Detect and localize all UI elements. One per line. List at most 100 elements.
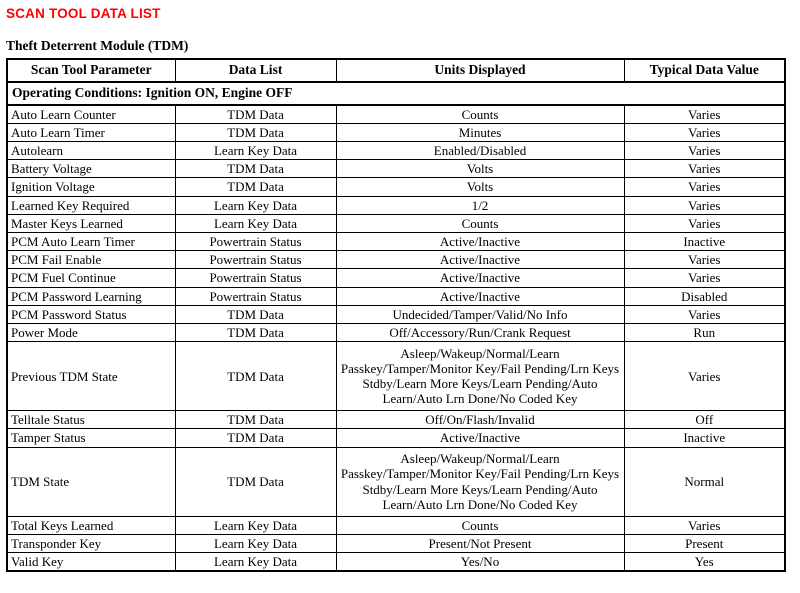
cell-scan-tool-parameter: Total Keys Learned [6, 515, 176, 535]
table-row: Transponder Key Learn Key Data Present/Not… [6, 533, 786, 554]
scan-tool-data-table: Scan Tool Parameter Data List Units Disp… [6, 58, 786, 573]
cell-scan-tool-parameter: Previous TDM State [6, 341, 176, 412]
cell-data-list: TDM Data [174, 304, 337, 325]
cell-data-list: TDM Data [174, 428, 337, 448]
units-line: Stdby/Learn More Keys/Learn Pending/Auto [362, 481, 598, 497]
cell-typical-data-value: Varies [623, 195, 786, 215]
cell-scan-tool-parameter: PCM Password Status [6, 304, 176, 325]
column-header-scan-tool-parameter: Scan Tool Parameter [6, 58, 176, 83]
cell-data-list: TDM Data [174, 177, 337, 197]
cell-units-displayed: Volts [335, 177, 625, 197]
cell-typical-data-value: Varies [623, 213, 786, 233]
cell-typical-data-value: Yes [623, 552, 786, 572]
table-row: Power Mode TDM Data Off/Accessory/Run/Cran… [6, 322, 786, 343]
cell-typical-data-value: Varies [623, 515, 786, 535]
cell-units-displayed: Yes/No [335, 552, 625, 572]
cell-units-displayed: Asleep/Wakeup/Normal/Learn Passkey/Tamper… [335, 446, 625, 517]
cell-data-list: Powertrain Status [174, 250, 337, 270]
cell-typical-data-value: Varies [623, 250, 786, 270]
cell-scan-tool-parameter: Power Mode [6, 322, 176, 343]
cell-scan-tool-parameter: Ignition Voltage [6, 177, 176, 197]
cell-scan-tool-parameter: Telltale Status [6, 410, 176, 430]
cell-data-list: TDM Data [174, 341, 337, 412]
cell-data-list: Learn Key Data [174, 552, 337, 572]
cell-data-list: TDM Data [174, 446, 337, 517]
units-line: Learn/Auto Lrn Done/No Coded Key [382, 391, 578, 407]
cell-data-list: Learn Key Data [174, 515, 337, 535]
cell-data-list: TDM Data [174, 159, 337, 179]
cell-units-displayed: Active/Inactive [335, 268, 625, 288]
cell-data-list: Learn Key Data [174, 213, 337, 233]
table-row: PCM Password Status TDM Data Undecided/Tam… [6, 304, 786, 325]
cell-data-list: TDM Data [174, 322, 337, 343]
cell-typical-data-value: Varies [623, 122, 786, 142]
cell-scan-tool-parameter: Valid Key [6, 552, 176, 572]
table-row: Auto Learn Counter TDM Data Counts Varies [6, 104, 786, 124]
cell-units-displayed: Active/Inactive [335, 231, 625, 252]
table-row: Master Keys Learned Learn Key Data Counts V… [6, 213, 786, 233]
cell-data-list: Powertrain Status [174, 231, 337, 252]
table-row: PCM Fuel Continue Powertrain Status Active… [6, 268, 786, 288]
cell-units-displayed: Active/Inactive [335, 286, 625, 306]
cell-typical-data-value: Varies [623, 159, 786, 179]
cell-typical-data-value: Normal [623, 446, 786, 517]
cell-units-displayed: Counts [335, 104, 625, 124]
section-title: Theft Deterrent Module (TDM) [6, 38, 189, 53]
cell-scan-tool-parameter: Tamper Status [6, 428, 176, 448]
cell-units-displayed: Asleep/Wakeup/Normal/Learn Passkey/Tamper… [335, 341, 625, 412]
cell-scan-tool-parameter: PCM Fuel Continue [6, 268, 176, 288]
cell-typical-data-value: Varies [623, 140, 786, 161]
table-header: Scan Tool Parameter Data List Units Disp… [6, 58, 786, 83]
scan-tool-data-table-container: Scan Tool Parameter Data List Units Disp… [6, 58, 786, 573]
table-row: TDM State TDM Data Asleep/Wakeup/Normal/Le… [6, 446, 786, 517]
units-line: Asleep/Wakeup/Normal/Learn [400, 451, 560, 467]
column-header-units-displayed: Units Displayed [335, 58, 625, 83]
cell-units-displayed: Present/Not Present [335, 533, 625, 554]
cell-data-list: Powertrain Status [174, 268, 337, 288]
cell-units-displayed: Active/Inactive [335, 428, 625, 448]
cell-data-list: TDM Data [174, 410, 337, 430]
column-header-typical-data-value: Typical Data Value [623, 58, 786, 83]
table-row: Valid Key Learn Key Data Yes/No Yes [6, 552, 786, 572]
cell-units-displayed: Counts [335, 213, 625, 233]
cell-typical-data-value: Varies [623, 104, 786, 124]
table-row: Telltale Status TDM Data Off/On/Flash/Inva… [6, 410, 786, 430]
cell-scan-tool-parameter: TDM State [6, 446, 176, 517]
cell-typical-data-value: Present [623, 533, 786, 554]
operating-conditions-row: Operating Conditions: Ignition ON, Engin… [6, 81, 786, 106]
cell-data-list: Learn Key Data [174, 533, 337, 554]
cell-scan-tool-parameter: Learned Key Required [6, 195, 176, 215]
cell-data-list: TDM Data [174, 122, 337, 142]
table-row: PCM Password Learning Powertrain Status Ac… [6, 286, 786, 306]
cell-typical-data-value: Varies [623, 268, 786, 288]
operating-conditions-label: Operating Conditions: Ignition ON, Engin… [6, 81, 786, 106]
cell-units-displayed: Enabled/Disabled [335, 140, 625, 161]
cell-scan-tool-parameter: PCM Auto Learn Timer [6, 231, 176, 252]
cell-typical-data-value: Disabled [623, 286, 786, 306]
cell-scan-tool-parameter: Auto Learn Counter [6, 104, 176, 124]
cell-units-displayed: Minutes [335, 122, 625, 142]
page-title: SCAN TOOL DATA LIST [6, 6, 161, 21]
table-body: Operating Conditions: Ignition ON, Engin… [6, 81, 786, 572]
table-row: Ignition Voltage TDM Data Volts Varies [6, 177, 786, 197]
cell-typical-data-value: Run [623, 322, 786, 343]
units-line: Stdby/Learn More Keys/Learn Pending/Auto [362, 376, 598, 392]
cell-scan-tool-parameter: Auto Learn Timer [6, 122, 176, 142]
table-row: Previous TDM State TDM Data Asleep/Wakeup/… [6, 341, 786, 412]
cell-scan-tool-parameter: Battery Voltage [6, 159, 176, 179]
cell-units-displayed: 1/2 [335, 195, 625, 215]
units-line: Passkey/Tamper/Monitor Key/Fail Pending/… [340, 361, 620, 376]
cell-scan-tool-parameter: Transponder Key [6, 533, 176, 554]
document-page: SCAN TOOL DATA LIST Theft Deterrent Modu… [0, 0, 800, 593]
table-row: Learned Key Required Learn Key Data 1/2 Var… [6, 195, 786, 215]
cell-units-displayed: Active/Inactive [335, 250, 625, 270]
column-header-data-list: Data List [174, 58, 337, 83]
cell-typical-data-value: Varies [623, 177, 786, 197]
cell-units-displayed: Off/Accessory/Run/Crank Request [335, 322, 625, 343]
cell-typical-data-value: Varies [623, 341, 786, 412]
cell-typical-data-value: Off [623, 410, 786, 430]
cell-scan-tool-parameter: PCM Password Learning [6, 286, 176, 306]
table-row: Tamper Status TDM Data Active/Inactive Inac… [6, 428, 786, 448]
units-line: Asleep/Wakeup/Normal/Learn [400, 345, 560, 361]
table-row: Autolearn Learn Key Data Enabled/Disabled V… [6, 140, 786, 161]
